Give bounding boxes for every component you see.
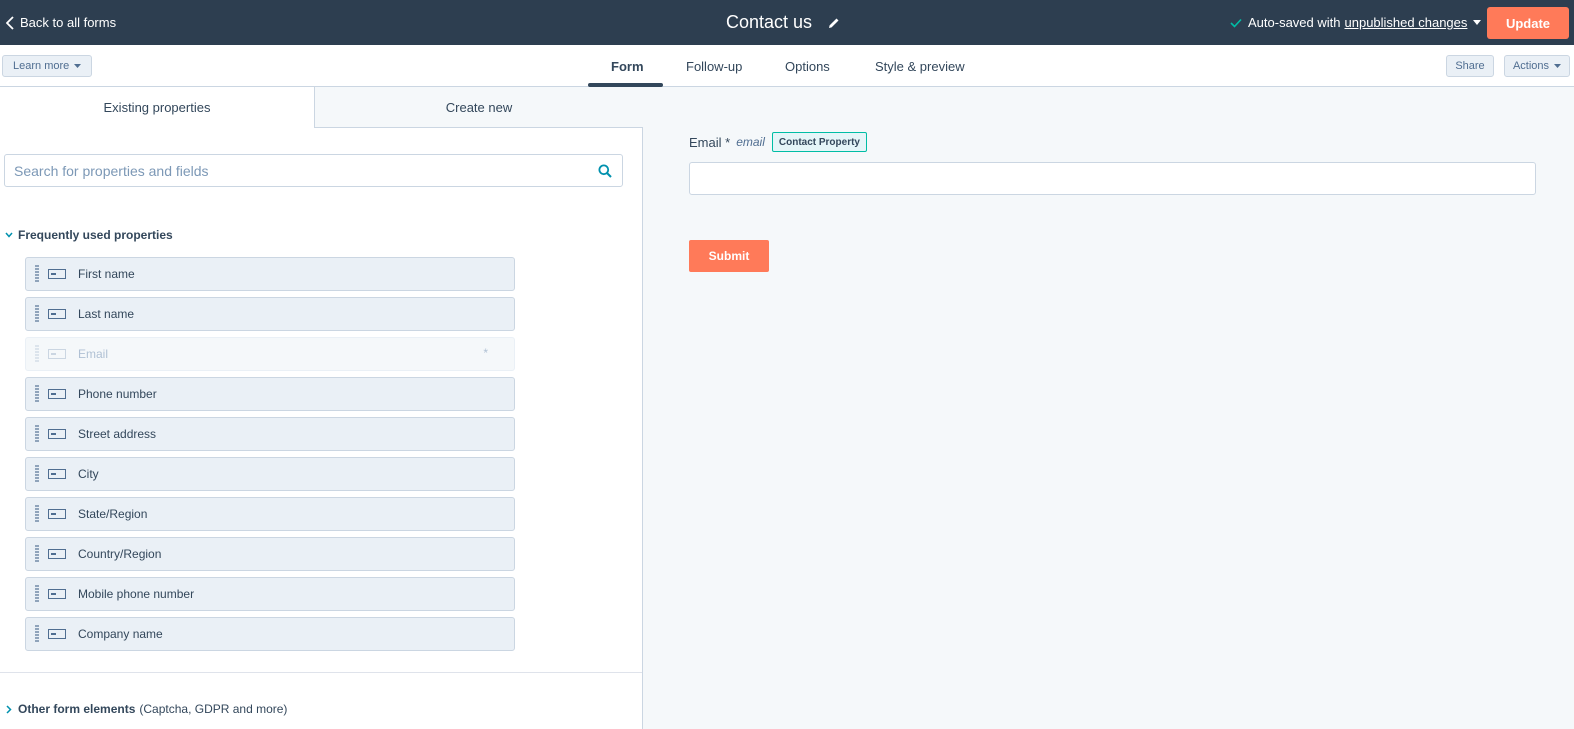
actions-button[interactable]: Actions <box>1504 55 1570 77</box>
chevron-down-icon <box>0 232 18 238</box>
search-input[interactable] <box>5 155 588 186</box>
text-field-icon <box>48 309 78 319</box>
property-label: Phone number <box>78 387 157 401</box>
list-item[interactable]: Street address <box>25 417 515 451</box>
chevron-left-icon <box>6 15 14 30</box>
text-field-icon <box>48 549 78 559</box>
drag-handle-icon[interactable] <box>26 265 48 283</box>
tab-existing-properties[interactable]: Existing properties <box>0 87 314 128</box>
text-field-icon <box>48 349 78 359</box>
drag-handle-icon[interactable] <box>26 305 48 323</box>
sub-navigation: Learn more Form Follow-up Options Style … <box>0 45 1574 87</box>
drag-handle-icon <box>26 345 48 363</box>
email-field[interactable] <box>689 162 1536 195</box>
other-form-elements-toggle[interactable]: Other form elements (Captcha, GDPR and m… <box>0 699 287 719</box>
list-item[interactable]: First name <box>25 257 515 291</box>
learn-more-label: Learn more <box>13 60 70 72</box>
drag-handle-icon[interactable] <box>26 545 48 563</box>
property-list: First name Last name Email * Phone number Str… <box>25 257 515 657</box>
autosave-text: Auto-saved with <box>1248 15 1341 30</box>
update-button[interactable]: Update <box>1487 7 1569 39</box>
check-icon <box>1230 18 1242 28</box>
required-mark: * <box>483 346 488 360</box>
list-item[interactable]: Mobile phone number <box>25 577 515 611</box>
drag-handle-icon[interactable] <box>26 625 48 643</box>
list-item[interactable]: Last name <box>25 297 515 331</box>
properties-panel: Existing properties Create new Frequentl… <box>0 87 643 729</box>
text-field-icon <box>48 389 78 399</box>
form-title-area: Contact us <box>726 0 840 45</box>
other-title: Other form elements <box>18 702 136 716</box>
submit-button[interactable]: Submit <box>689 240 769 272</box>
form-title: Contact us <box>726 12 813 32</box>
field-internal-name: email <box>736 135 765 149</box>
email-field-label: Email * email Contact Property <box>689 132 867 152</box>
drag-handle-icon[interactable] <box>26 465 48 483</box>
text-field-icon <box>48 269 78 279</box>
unpublished-changes-link[interactable]: unpublished changes <box>1345 15 1468 30</box>
caret-down-icon <box>1554 64 1562 68</box>
list-item[interactable]: State/Region <box>25 497 515 531</box>
list-item: Email * <box>25 337 515 371</box>
contact-property-badge: Contact Property <box>771 132 867 152</box>
top-bar: Back to all forms Contact us Auto-saved … <box>0 0 1574 45</box>
list-item[interactable]: Country/Region <box>25 537 515 571</box>
text-field-icon <box>48 469 78 479</box>
property-label: First name <box>78 267 135 281</box>
property-search <box>4 154 623 187</box>
tab-style-preview[interactable]: Style & preview <box>875 45 965 87</box>
property-label: Company name <box>78 627 163 641</box>
text-field-icon <box>48 509 78 519</box>
frequently-used-toggle[interactable]: Frequently used properties <box>0 225 173 245</box>
learn-more-button[interactable]: Learn more <box>2 55 93 77</box>
caret-down-icon <box>74 64 82 68</box>
tab-form[interactable]: Form <box>611 45 644 87</box>
property-label: Email <box>78 347 109 361</box>
other-subtitle: (Captcha, GDPR and more) <box>139 702 288 716</box>
section-title: Frequently used properties <box>18 228 173 242</box>
actions-label: Actions <box>1512 60 1550 72</box>
form-preview: Email * email Contact Property Submit <box>643 87 1574 729</box>
drag-handle-icon[interactable] <box>26 385 48 403</box>
chevron-right-icon <box>0 704 18 714</box>
drag-handle-icon[interactable] <box>26 585 48 603</box>
property-label: Country/Region <box>78 547 162 561</box>
drag-handle-icon[interactable] <box>26 425 48 443</box>
text-field-icon <box>48 589 78 599</box>
caret-down-icon[interactable] <box>1473 20 1482 25</box>
tab-create-new[interactable]: Create new <box>314 87 643 128</box>
property-label: City <box>78 467 99 481</box>
text-field-icon <box>48 429 78 439</box>
list-item[interactable]: City <box>25 457 515 491</box>
list-item[interactable]: Phone number <box>25 377 515 411</box>
property-label: State/Region <box>78 507 148 521</box>
property-label: Mobile phone number <box>78 587 195 601</box>
back-label: Back to all forms <box>20 15 117 30</box>
property-label: Street address <box>78 427 157 441</box>
search-icon[interactable] <box>588 164 622 178</box>
share-button[interactable]: Share <box>1446 55 1494 77</box>
divider <box>0 672 642 673</box>
pencil-icon[interactable] <box>828 17 840 29</box>
field-label-text: Email * <box>689 134 731 150</box>
tab-follow-up[interactable]: Follow-up <box>686 45 742 87</box>
list-item[interactable]: Company name <box>25 617 515 651</box>
autosave-status: Auto-saved with unpublished changes <box>1230 0 1482 45</box>
tab-options[interactable]: Options <box>785 45 830 87</box>
drag-handle-icon[interactable] <box>26 505 48 523</box>
text-field-icon <box>48 629 78 639</box>
property-label: Last name <box>78 307 135 321</box>
back-to-forms-link[interactable]: Back to all forms <box>6 0 116 45</box>
